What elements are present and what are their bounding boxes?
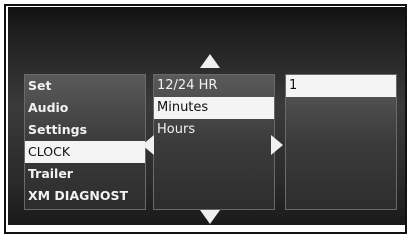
menu-item-settings[interactable]: Settings	[25, 119, 145, 141]
clock-submenu-panel: 12/24 HR Minutes Hours	[153, 74, 275, 210]
menu-item-audio[interactable]: Audio	[25, 97, 145, 119]
value-field[interactable]: 1	[286, 75, 396, 97]
submenu-item-hours[interactable]: Hours	[154, 119, 274, 141]
chevron-down-icon[interactable]	[200, 210, 220, 224]
chevron-right-icon[interactable]	[271, 135, 283, 155]
value-panel: 1	[285, 74, 397, 210]
chevron-left-icon[interactable]	[142, 135, 154, 155]
menu-item-trailer[interactable]: Trailer	[25, 163, 145, 185]
display-screen: Set Audio Settings CLOCK Trailer XM DIAG…	[8, 7, 405, 225]
submenu-item-minutes[interactable]: Minutes	[154, 97, 274, 119]
menu-item-set[interactable]: Set	[25, 75, 145, 97]
main-menu-panel: Set Audio Settings CLOCK Trailer XM DIAG…	[24, 74, 146, 210]
menu-item-clock[interactable]: CLOCK	[25, 141, 145, 163]
submenu-item-12-24-hr[interactable]: 12/24 HR	[154, 75, 274, 97]
chevron-up-icon[interactable]	[200, 54, 220, 68]
menu-item-xm-diagnostics[interactable]: XM DIAGNOST	[25, 185, 145, 207]
